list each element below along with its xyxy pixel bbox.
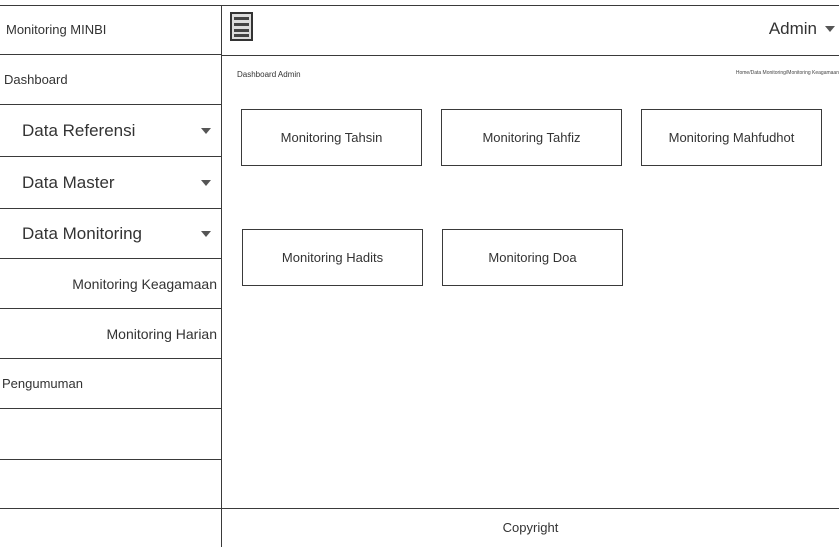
user-menu[interactable]: Admin (769, 19, 835, 39)
menu-icon[interactable] (230, 12, 253, 41)
tile-label: Monitoring Hadits (281, 250, 384, 265)
chevron-down-icon (201, 179, 211, 186)
page-title: Dashboard Admin (237, 70, 301, 79)
sidebar-item-pengumuman[interactable]: Pengumuman (0, 359, 221, 409)
sidebar-item-data-master[interactable]: Data Master (0, 157, 221, 209)
sidebar-brand: Monitoring MINBI (0, 5, 221, 55)
sidebar-item-data-referensi[interactable]: Data Referensi (0, 105, 221, 157)
sidebar-item-label: Dashboard (4, 72, 68, 87)
monitoring-hadits-button[interactable]: Monitoring Hadits (242, 229, 423, 286)
sidebar-item-label: Monitoring Keagamaan (72, 275, 217, 292)
breadcrumb[interactable]: Home/Data Monitoring/Monitoring Keagamaa… (736, 70, 839, 76)
sidebar-item-label: Data Monitoring (22, 223, 143, 243)
sidebar-item-label: Monitoring Harian (106, 325, 218, 342)
chevron-down-icon (201, 127, 211, 134)
chevron-down-icon (825, 26, 835, 32)
monitoring-mahfudhot-button[interactable]: Monitoring Mahfudhot (641, 109, 822, 166)
sidebar-item-empty (0, 460, 221, 508)
footer: Copyright (222, 508, 839, 547)
tile-label: Monitoring Tahfiz (482, 130, 581, 145)
top-bar: Admin (222, 5, 839, 56)
footer-copyright: Copyright (502, 520, 559, 535)
sidebar-subitem-monitoring-keagamaan[interactable]: Monitoring Keagamaan (0, 259, 221, 309)
monitoring-tahsin-button[interactable]: Monitoring Tahsin (241, 109, 422, 166)
user-name: Admin (768, 19, 817, 38)
sidebar-item-label: Data Referensi (22, 120, 136, 140)
sidebar-item-label: Pengumuman (2, 376, 83, 391)
monitoring-tahfiz-button[interactable]: Monitoring Tahfiz (441, 109, 622, 166)
tile-label: Monitoring Tahsin (280, 130, 383, 145)
sidebar-item-data-monitoring[interactable]: Data Monitoring (0, 209, 221, 259)
monitoring-doa-button[interactable]: Monitoring Doa (442, 229, 623, 286)
sidebar-item-empty (0, 409, 221, 460)
sidebar-item-label: Data Master (22, 172, 115, 192)
tile-label: Monitoring Mahfudhot (668, 130, 795, 145)
sidebar: Monitoring MINBI Dashboard Data Referens… (0, 5, 221, 547)
sidebar-subitem-monitoring-harian[interactable]: Monitoring Harian (0, 309, 221, 359)
chevron-down-icon (201, 230, 211, 237)
sidebar-divider (221, 5, 222, 547)
brand-title: Monitoring MINBI (6, 22, 107, 37)
sidebar-item-dashboard[interactable]: Dashboard (0, 55, 221, 105)
tile-label: Monitoring Doa (488, 250, 577, 265)
